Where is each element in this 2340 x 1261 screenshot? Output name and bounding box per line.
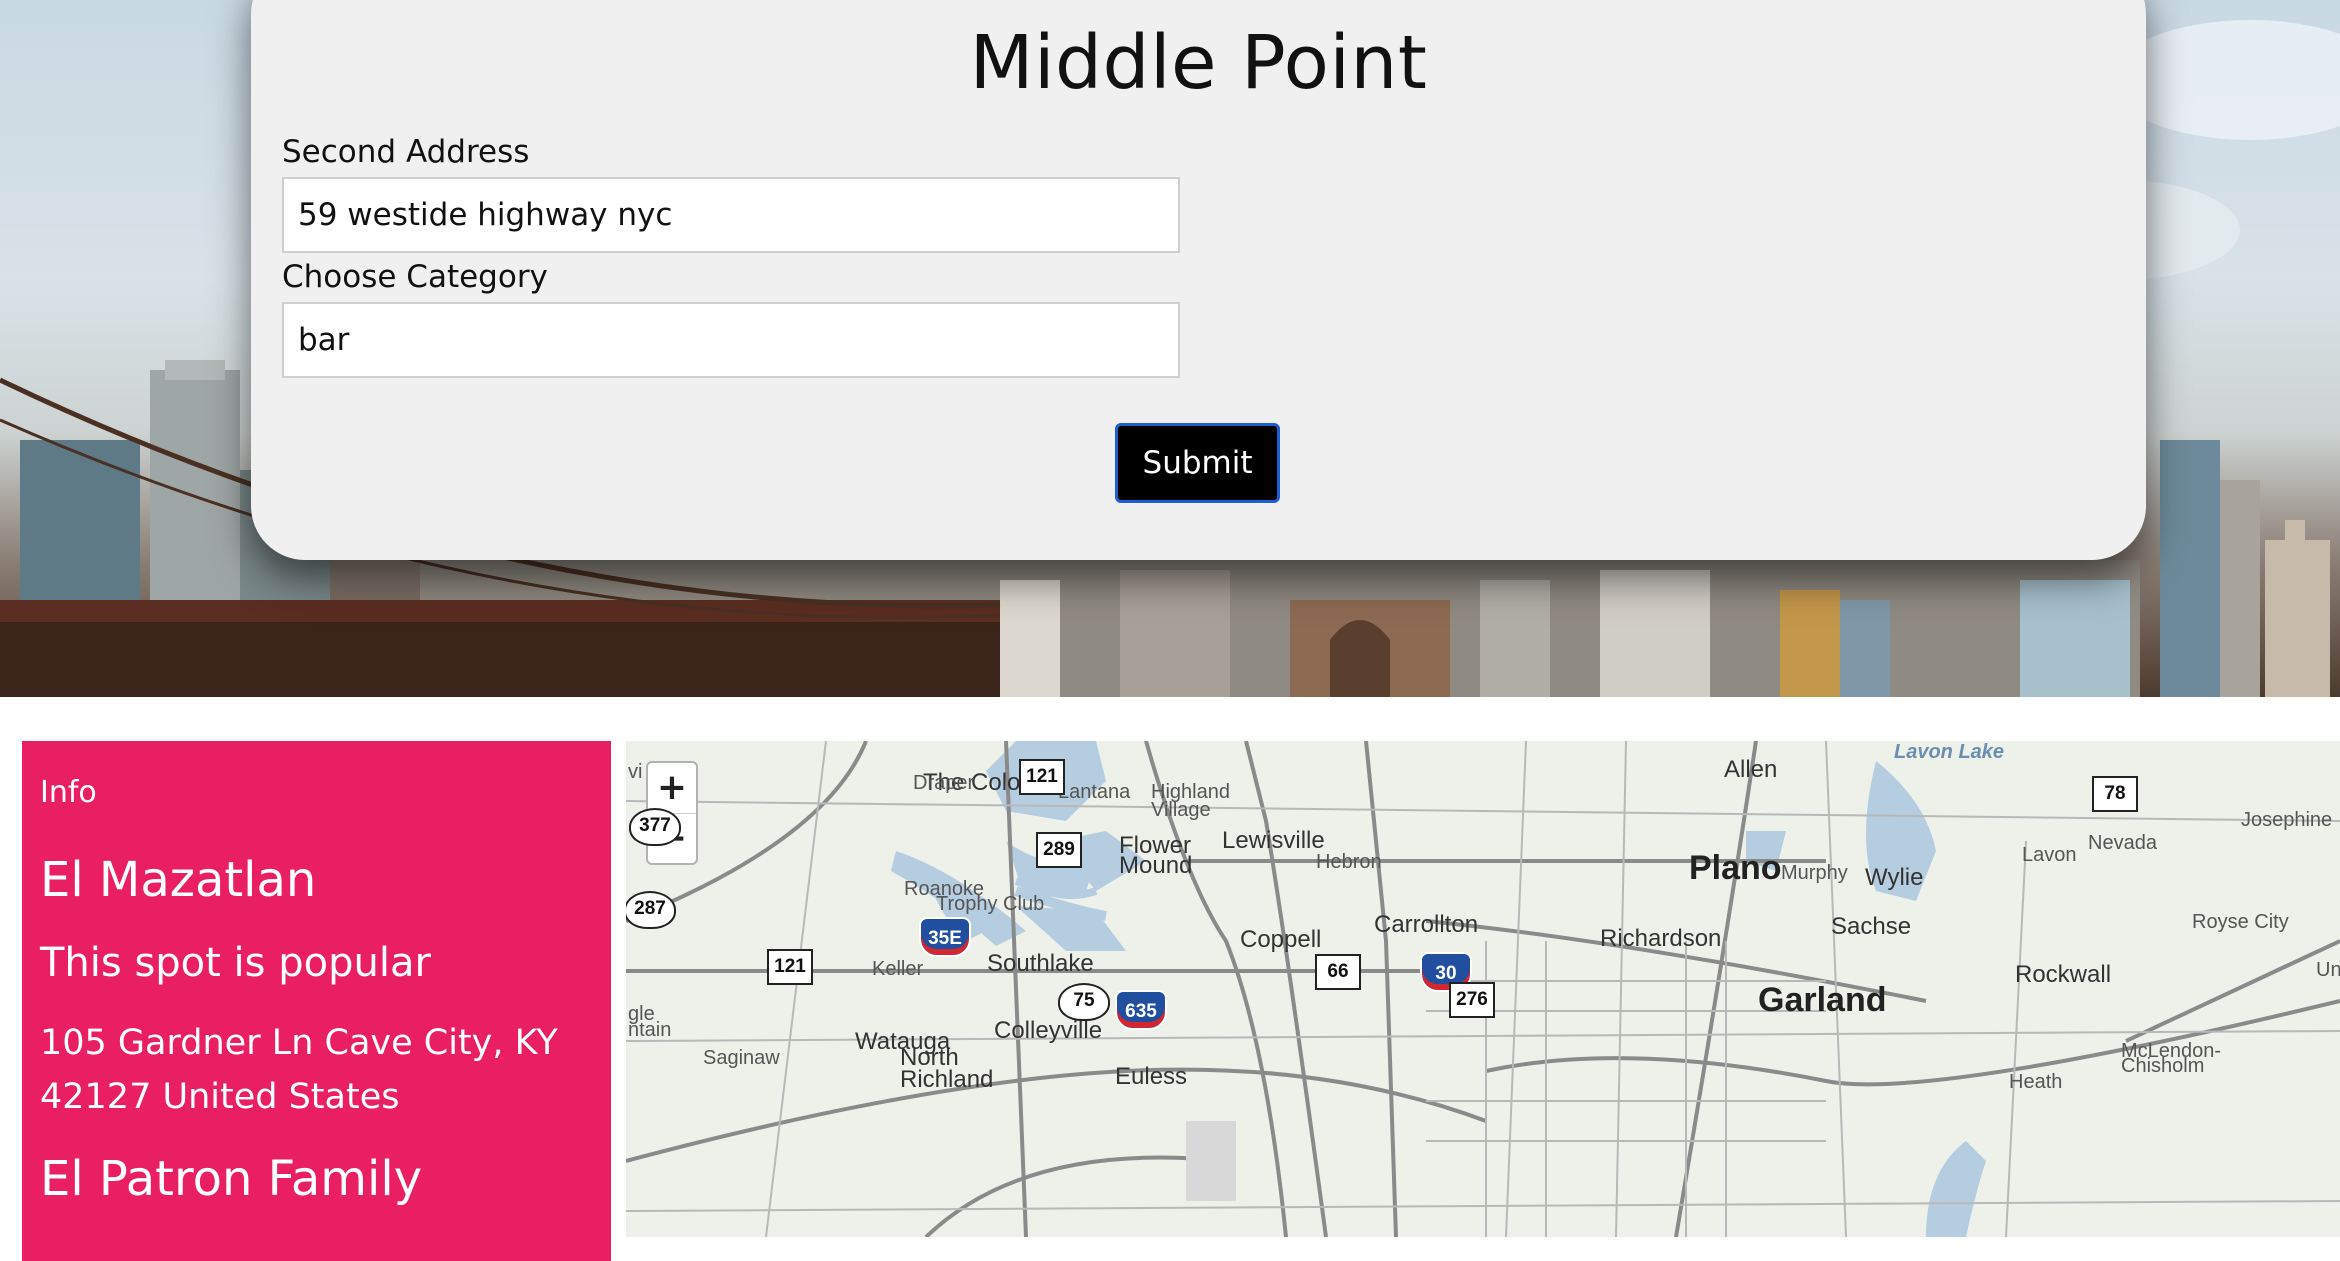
map-label-flower-mound: Flower Mound (1119, 832, 1193, 879)
category-input[interactable] (282, 302, 1180, 378)
map-label-wylie: Wylie (1865, 864, 1924, 891)
map-label-keller: Keller (872, 958, 924, 980)
map-label-coppell: Coppell (1240, 926, 1322, 953)
category-label: Choose Category (282, 259, 548, 295)
route-121-shield: 121 (1019, 759, 1065, 795)
map-label-murphy: Murphy (1781, 862, 1848, 884)
map-view[interactable]: + − Lavon Lake Allen The Colony Draper L… (626, 741, 2340, 1237)
submit-button[interactable]: Submit (1115, 423, 1280, 503)
map-label-southlake: Southlake (987, 950, 1094, 977)
route-635-shield: 635 (1115, 990, 1167, 1030)
map-label-mclendon-chisholm: McLendon-Chisholm (2121, 1040, 2222, 1077)
place-name[interactable]: El Mazatlan (40, 852, 316, 908)
map-label-gle-ntain: gle ntain (628, 1003, 672, 1041)
map-label-vi: vi (628, 761, 643, 783)
map-label-royse-city: Royse City (2192, 911, 2289, 933)
map-label-garland: Garland (1758, 981, 1887, 1019)
map-label-saginaw: Saginaw (703, 1047, 780, 1069)
map-label-uni: Uni (2316, 959, 2340, 981)
search-form-card: Middle Point Second Address Choose Categ… (251, 0, 2146, 560)
route-276-shield: 276 (1449, 982, 1495, 1018)
map-label-lewisville: Lewisville (1222, 827, 1325, 854)
map-label-heath: Heath (2009, 1071, 2063, 1093)
second-address-label: Second Address (282, 134, 530, 170)
map-label-rockwall: Rockwall (2015, 961, 2112, 988)
route-35e-shield: 35E (919, 917, 971, 957)
map-label-colleyville: Colleyville (994, 1017, 1103, 1044)
second-address-input[interactable] (282, 177, 1180, 253)
info-panel: Info El Mazatlan This spot is popular 10… (22, 741, 611, 1261)
route-78-shield: 78 (2092, 776, 2138, 812)
page-title: Middle Point (969, 20, 1428, 106)
info-heading: Info (40, 775, 97, 810)
map-label-lavon-lake: Lavon Lake (1894, 741, 2005, 763)
map-label-trophy-club: Trophy Club (936, 893, 1045, 915)
map-label-highland-village: Highland Village (1151, 781, 1230, 821)
place-popularity: This spot is popular (40, 940, 431, 986)
route-377-shield: 377 (629, 808, 681, 846)
route-121-shield: 121 (767, 949, 813, 985)
map-label-richardson: Richardson (1600, 925, 1722, 952)
route-289-shield: 289 (1036, 832, 1082, 868)
map-label-sachse: Sachse (1831, 913, 1912, 940)
map-label-lantana: Lantana (1058, 781, 1131, 803)
map-label-allen: Allen (1724, 756, 1778, 783)
map-label-north-richland: North Richland (900, 1044, 994, 1093)
place-address: 105 Gardner Ln Cave City, KY 42127 Unite… (40, 1023, 558, 1117)
map-label-plano: Plano (1689, 849, 1782, 887)
map-label-josephine: Josephine (2241, 809, 2333, 831)
route-75-shield: 75 (1058, 983, 1110, 1021)
zoom-in-button[interactable]: + (648, 763, 696, 814)
map-label-lavon: Lavon (2022, 844, 2077, 866)
map-label-draper: Draper (913, 772, 975, 794)
map-label-euless: Euless (1115, 1063, 1188, 1090)
map-label-nevada: Nevada (2088, 832, 2157, 854)
map-label-carrollton: Carrollton (1374, 911, 1479, 938)
place-name[interactable]: El Patron Family (40, 1151, 422, 1207)
route-66-shield: 66 (1315, 954, 1361, 990)
map-label-hebron: Hebron (1316, 851, 1382, 873)
route-287-shield: 287 (626, 891, 676, 929)
